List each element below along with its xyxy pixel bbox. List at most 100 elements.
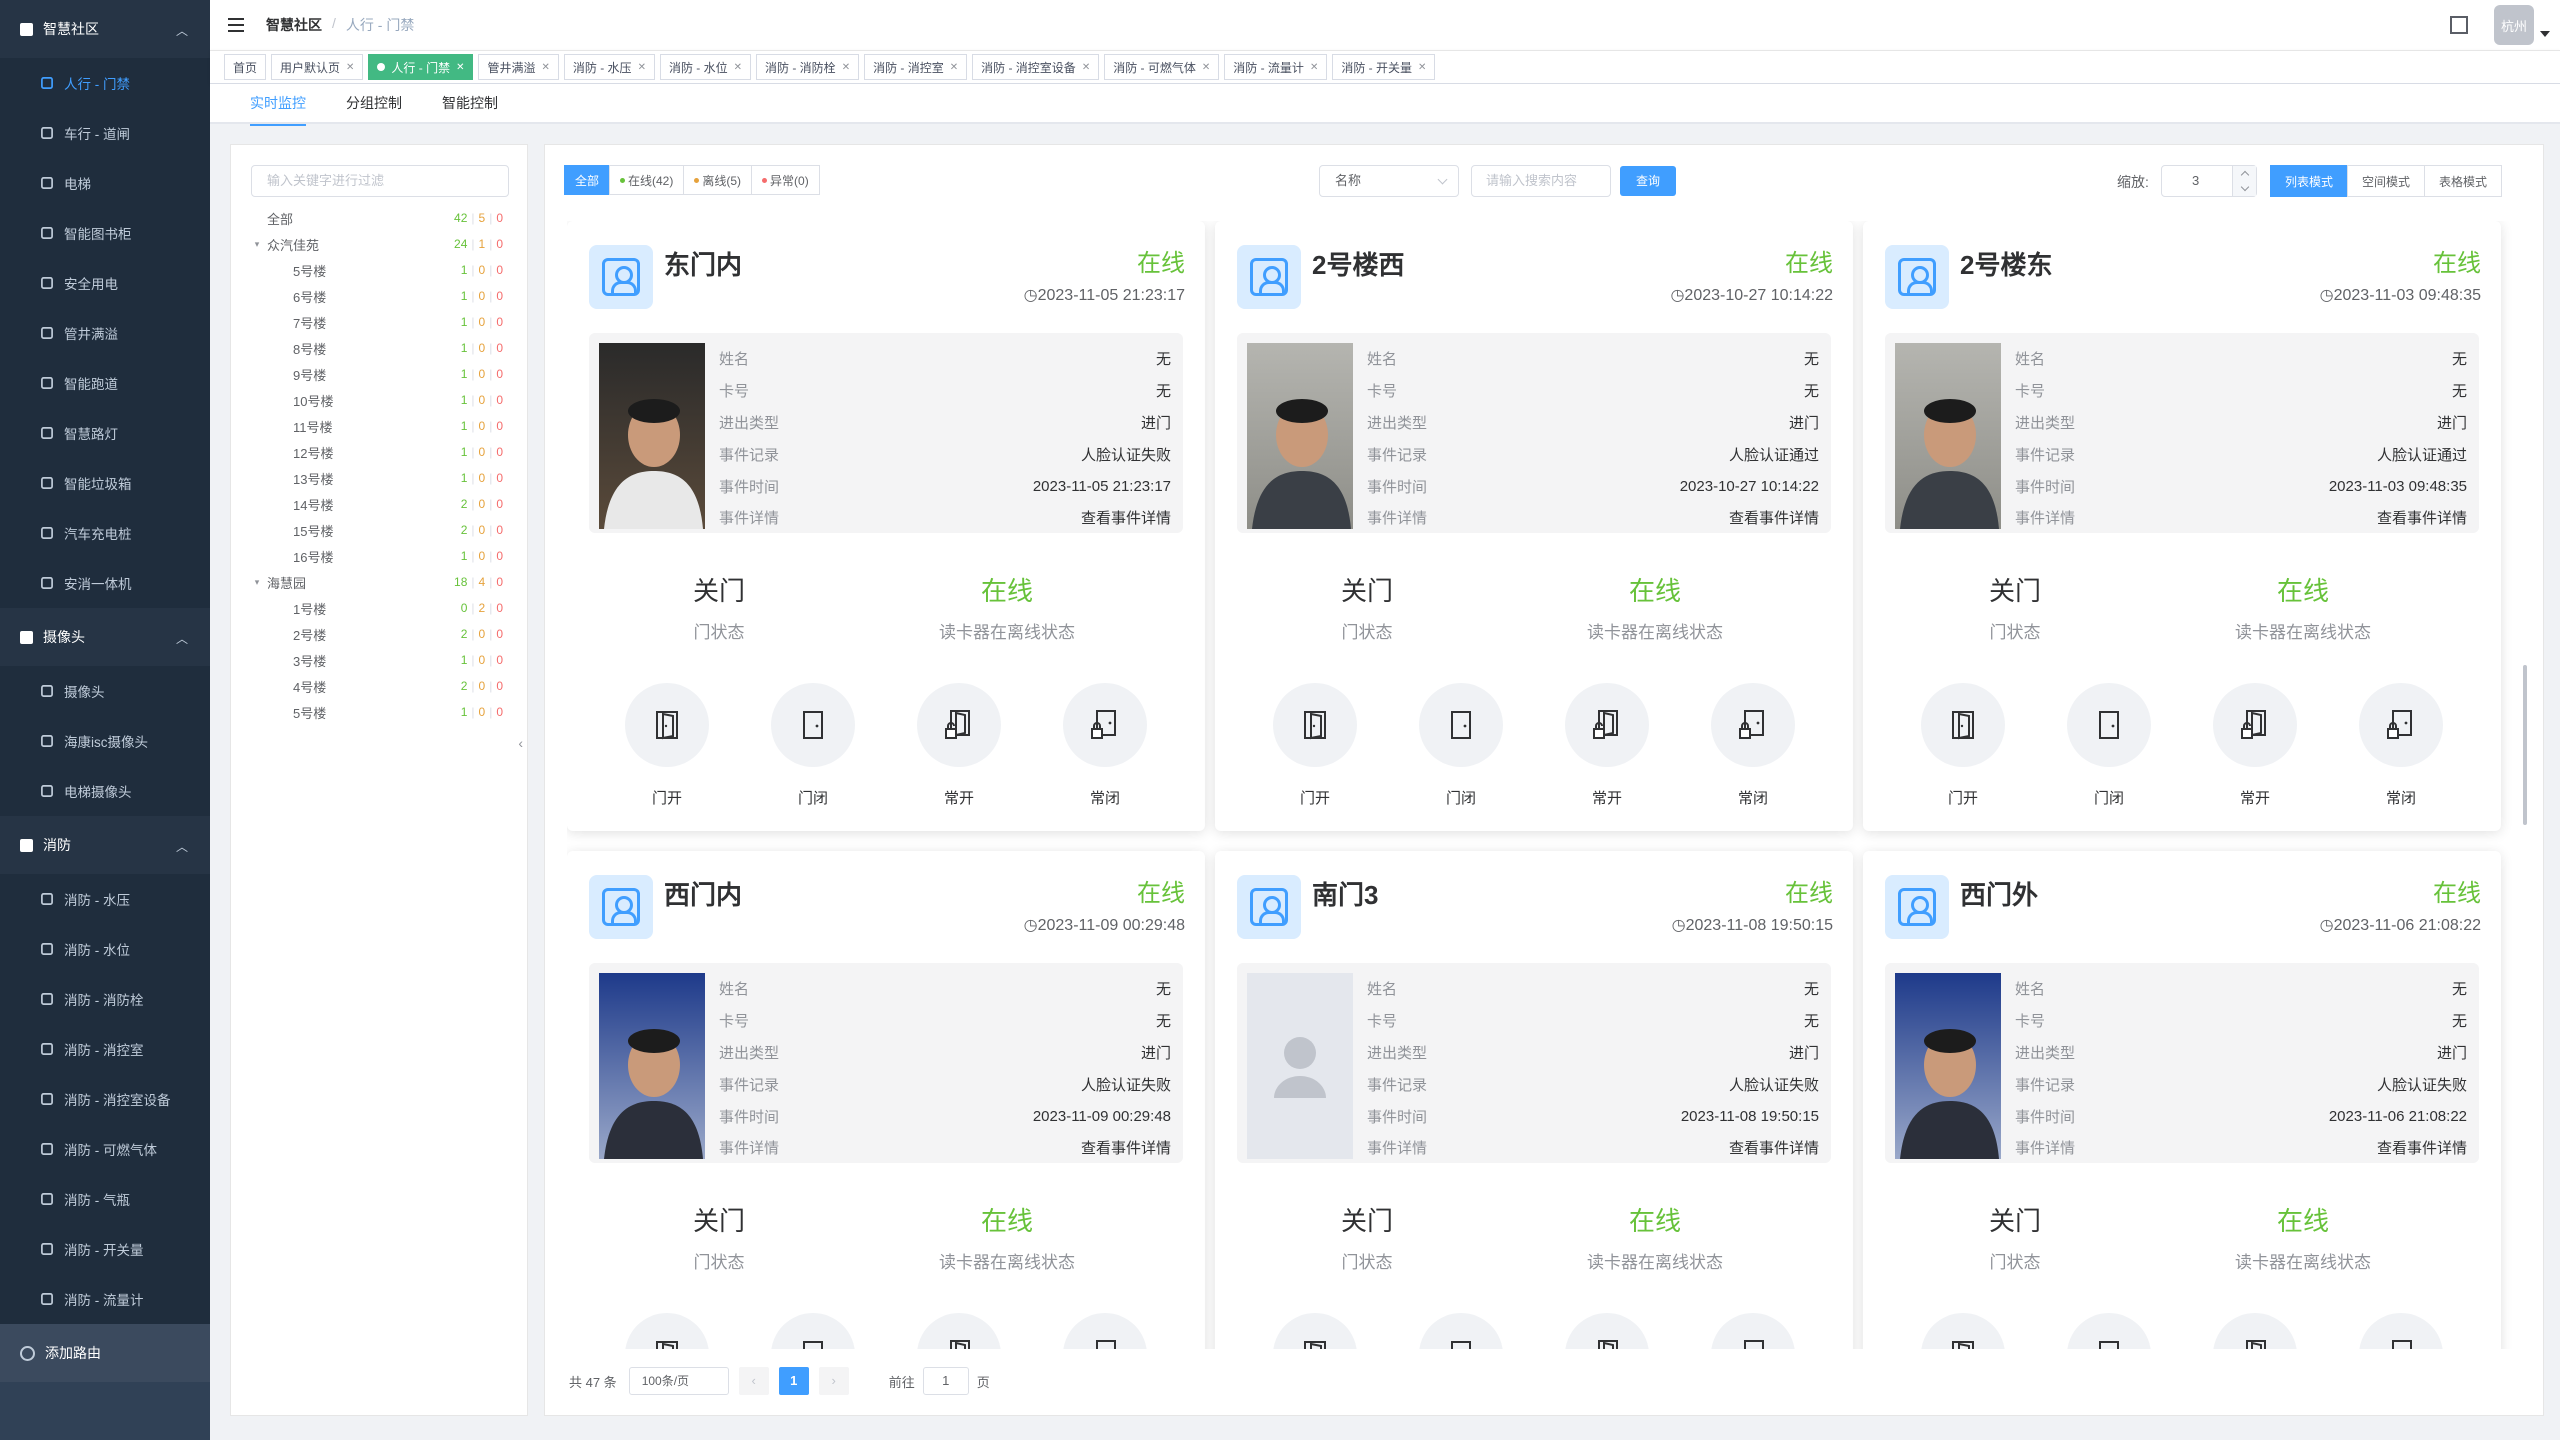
status-filter-button[interactable]: 全部: [564, 165, 611, 195]
door-action-button[interactable]: 门闭: [755, 1313, 871, 1349]
tree-node[interactable]: 8号楼 1 | 0 | 0: [251, 335, 509, 361]
door-closed-icon[interactable]: [771, 683, 855, 767]
sidebar-item[interactable]: 安消一体机: [0, 558, 210, 608]
status-filter-button[interactable]: 异常(0): [751, 165, 820, 195]
event-detail-link[interactable]: 查看事件详情: [2377, 507, 2467, 528]
sidebar-group[interactable]: 消防 ︿: [0, 816, 210, 874]
close-icon[interactable]: ✕: [1082, 62, 1090, 73]
tree-expand-icon[interactable]: ▾: [251, 577, 263, 588]
door-open-icon[interactable]: [1921, 1313, 2005, 1349]
sidebar-item[interactable]: 消防 - 开关量: [0, 1224, 210, 1274]
sidebar-item[interactable]: 汽车充电桩: [0, 508, 210, 558]
door-closed-icon[interactable]: [1419, 683, 1503, 767]
door-action-button[interactable]: 常闭: [1047, 1313, 1163, 1349]
hamburger-icon[interactable]: [228, 18, 244, 32]
door-action-button[interactable]: 常闭: [2343, 1313, 2459, 1349]
door-open-icon[interactable]: [625, 683, 709, 767]
door-action-button[interactable]: 常开: [901, 1313, 1017, 1349]
tree-node[interactable]: 12号楼 1 | 0 | 0: [251, 439, 509, 465]
sidebar-item[interactable]: 智能图书柜: [0, 208, 210, 258]
face-photo[interactable]: [1247, 343, 1353, 529]
door-closed-icon[interactable]: [771, 1313, 855, 1349]
sidebar-group[interactable]: 智慧社区 ︿: [0, 0, 210, 58]
event-detail-link[interactable]: 查看事件详情: [1081, 507, 1171, 528]
search-field-select[interactable]: 名称: [1319, 165, 1459, 197]
status-filter-button[interactable]: 在线(42): [609, 165, 685, 195]
sidebar-item[interactable]: 消防 - 水压: [0, 874, 210, 924]
goto-page-input[interactable]: 1: [922, 1367, 969, 1395]
face-photo[interactable]: [599, 973, 705, 1159]
door-action-button[interactable]: 门闭: [755, 683, 871, 808]
tab-tag[interactable]: 消防 - 开关量 ✕: [1332, 54, 1436, 80]
tab-tag[interactable]: 消防 - 水压 ✕: [563, 54, 655, 80]
sidebar-item[interactable]: 管井满溢: [0, 308, 210, 358]
close-icon[interactable]: ✕: [1202, 62, 1210, 73]
tab-tag[interactable]: 用户默认页 ✕: [271, 54, 364, 80]
tree-node[interactable]: 全部 42 | 5 | 0: [251, 205, 509, 231]
door-open-icon[interactable]: [1273, 683, 1357, 767]
door-action-button[interactable]: 常开: [901, 683, 1017, 808]
door-action-button[interactable]: 常闭: [1695, 683, 1811, 808]
door-always-open-icon[interactable]: [1565, 683, 1649, 767]
event-detail-link[interactable]: 查看事件详情: [1729, 507, 1819, 528]
event-detail-link[interactable]: 查看事件详情: [1081, 1137, 1171, 1158]
tree-filter-input[interactable]: 输入关键字进行过滤: [251, 165, 509, 197]
tree-node[interactable]: 9号楼 1 | 0 | 0: [251, 361, 509, 387]
close-icon[interactable]: ✕: [734, 62, 742, 73]
sidebar-item[interactable]: 智慧路灯: [0, 408, 210, 458]
sidebar-item[interactable]: 消防 - 可燃气体: [0, 1124, 210, 1174]
door-action-button[interactable]: 常开: [2197, 1313, 2313, 1349]
zoom-input[interactable]: 3: [2161, 165, 2257, 197]
door-open-icon[interactable]: [1273, 1313, 1357, 1349]
sidebar-item[interactable]: 消防 - 消控室设备: [0, 1074, 210, 1124]
close-icon[interactable]: ✕: [542, 62, 550, 73]
door-always-open-icon[interactable]: [917, 1313, 1001, 1349]
door-always-open-icon[interactable]: [917, 683, 1001, 767]
tree-node[interactable]: 15号楼 2 | 0 | 0: [251, 517, 509, 543]
fullscreen-icon[interactable]: [2450, 16, 2468, 34]
scrollbar-thumb[interactable]: [2523, 665, 2527, 825]
sidebar-group[interactable]: 摄像头 ︿: [0, 608, 210, 666]
door-closed-icon[interactable]: [2067, 1313, 2151, 1349]
door-always-closed-icon[interactable]: [1063, 683, 1147, 767]
sidebar-item[interactable]: 消防 - 消控室: [0, 1024, 210, 1074]
door-action-button[interactable]: 门开: [1905, 683, 2021, 808]
door-action-button[interactable]: 门闭: [2051, 683, 2167, 808]
tree-node[interactable]: 6号楼 1 | 0 | 0: [251, 283, 509, 309]
sidebar-item[interactable]: 智能跑道: [0, 358, 210, 408]
event-detail-link[interactable]: 查看事件详情: [2377, 1137, 2467, 1158]
sub-tab[interactable]: 分组控制: [346, 84, 402, 124]
avatar[interactable]: 杭州: [2494, 5, 2534, 45]
door-action-button[interactable]: 门开: [1905, 1313, 2021, 1349]
tab-tag[interactable]: 消防 - 消控室 ✕: [864, 54, 968, 80]
sidebar-item[interactable]: 电梯: [0, 158, 210, 208]
tree-node[interactable]: ▾ 众汽佳苑 24 | 1 | 0: [251, 231, 509, 257]
door-always-open-icon[interactable]: [2213, 683, 2297, 767]
sub-tab[interactable]: 智能控制: [442, 84, 498, 124]
door-closed-icon[interactable]: [1419, 1313, 1503, 1349]
sidebar-item[interactable]: 消防 - 消防栓: [0, 974, 210, 1024]
zoom-spinner[interactable]: [2232, 166, 2256, 196]
door-always-closed-icon[interactable]: [1711, 683, 1795, 767]
close-icon[interactable]: ✕: [950, 62, 958, 73]
next-page-button[interactable]: ›: [818, 1367, 849, 1395]
query-button[interactable]: 查询: [1620, 166, 1676, 196]
door-open-icon[interactable]: [625, 1313, 709, 1349]
close-icon[interactable]: ✕: [1310, 62, 1318, 73]
door-always-closed-icon[interactable]: [2359, 1313, 2443, 1349]
door-action-button[interactable]: 常闭: [1695, 1313, 1811, 1349]
sidebar-item[interactable]: 消防 - 流量计: [0, 1274, 210, 1324]
page-size-select[interactable]: 100条/页: [628, 1367, 729, 1395]
door-always-closed-icon[interactable]: [1063, 1313, 1147, 1349]
door-action-button[interactable]: 常开: [2197, 683, 2313, 808]
door-always-closed-icon[interactable]: [1711, 1313, 1795, 1349]
face-photo[interactable]: [1895, 343, 2001, 529]
close-icon[interactable]: ✕: [1418, 62, 1426, 73]
face-photo[interactable]: [1247, 973, 1353, 1159]
view-mode-button[interactable]: 列表模式: [2270, 165, 2349, 197]
tab-tag[interactable]: 消防 - 可燃气体 ✕: [1104, 54, 1220, 80]
door-always-open-icon[interactable]: [2213, 1313, 2297, 1349]
tree-expand-icon[interactable]: ▾: [251, 239, 263, 250]
tree-node[interactable]: 11号楼 1 | 0 | 0: [251, 413, 509, 439]
tab-tag[interactable]: 首页: [224, 54, 267, 80]
